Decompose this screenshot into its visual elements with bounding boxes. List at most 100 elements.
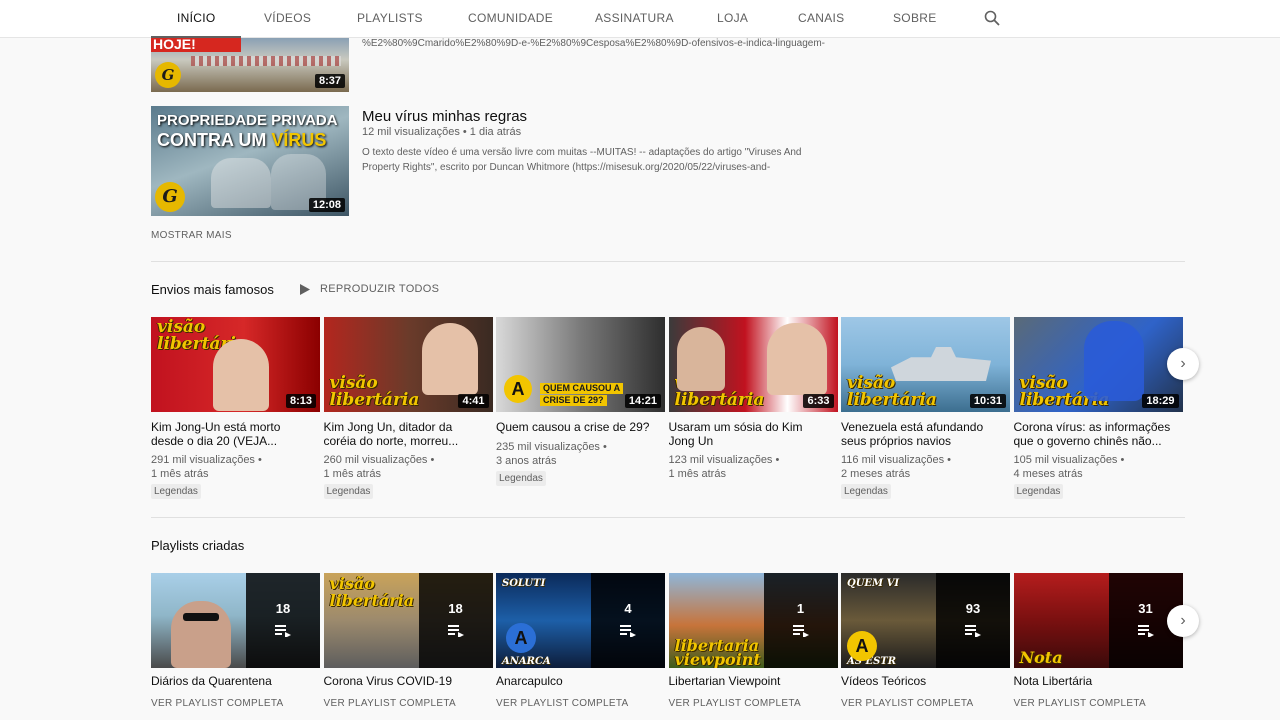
view-full-playlist-link[interactable]: VER PLAYLIST COMPLETA <box>669 698 801 709</box>
playlist-title[interactable]: Anarcapulco <box>496 674 661 688</box>
anarchy-logo-icon: A <box>847 631 877 661</box>
thumbnail-brand-bottom: libertária <box>674 390 765 410</box>
playlist-video-count: 93 <box>965 601 981 616</box>
view-full-playlist-link[interactable]: VER PLAYLIST COMPLETA <box>151 698 283 709</box>
show-more-button[interactable]: MOSTRAR MAIS <box>151 230 232 241</box>
tab-assinatura[interactable]: ASSINATURA <box>595 0 674 38</box>
thumbnail-brand-top: visão <box>329 574 375 593</box>
anarchy-logo-icon: A <box>504 375 532 403</box>
tab-loja[interactable]: LOJA <box>717 0 748 38</box>
video-thumbnail[interactable]: visão libertária 18:29 <box>1013 317 1183 412</box>
video-title-line: seus próprios navios <box>841 434 952 448</box>
video-age: 1 mês atrás <box>668 468 726 480</box>
video-title[interactable]: Meu vírus minhas regras <box>362 108 527 126</box>
view-full-playlist-link[interactable]: VER PLAYLIST COMPLETA <box>496 698 628 709</box>
playlist-title[interactable]: Diários da Quarentena <box>151 674 316 688</box>
video-title[interactable]: Quem causou a crise de 29? <box>496 420 661 434</box>
tab-videos[interactable]: VÍDEOS <box>264 0 311 38</box>
captions-badge: Legendas <box>151 484 201 499</box>
search-icon[interactable] <box>984 10 1000 26</box>
playlist-title[interactable]: Libertarian Viewpoint <box>669 674 834 688</box>
playlist-count-overlay: 93 <box>936 573 1010 668</box>
shelf-next-arrow-icon[interactable]: › <box>1167 348 1199 380</box>
tab-comunidade[interactable]: COMUNIDADE <box>468 0 553 38</box>
video-title-line: Usaram um sósia do Kim <box>668 420 803 434</box>
tab-inicio[interactable]: INÍCIO <box>151 0 242 38</box>
playlist-icon <box>447 625 464 637</box>
thumbnail-title-2: CONTRA UM VÍRUS <box>157 130 326 151</box>
playlist-icon <box>620 625 636 637</box>
video-views: 116 mil visualizações • <box>841 454 952 466</box>
thumbnail-ship <box>891 347 991 381</box>
section-divider <box>151 517 1185 518</box>
captions-badge: Legendas <box>1013 484 1064 499</box>
tab-canais[interactable]: CANAIS <box>798 0 844 38</box>
video-meta: 12 mil visualizações • 1 dia atrás <box>362 126 522 138</box>
video-title[interactable]: Venezuela está afundando seus próprios n… <box>841 420 1006 448</box>
video-title-line: coréia do norte, morreu... <box>323 434 459 448</box>
video-duration: 10:31 <box>969 394 1006 408</box>
playlist-thumbnail[interactable]: Nota 31 <box>1013 573 1183 668</box>
thumbnail-person <box>766 323 827 395</box>
video-thumbnail[interactable]: PROPRIEDADE PRIVADA CONTRA UM VÍRUS G 12… <box>151 106 349 216</box>
playlist-thumbnail[interactable]: QUEM VI AS ESTR A 93 <box>841 573 1010 668</box>
video-thumbnail[interactable]: visão libertária 10:31 <box>841 317 1010 412</box>
video-duration: 12:08 <box>308 198 345 212</box>
captions-badge: Legendas <box>496 471 546 486</box>
playlist-title[interactable]: Vídeos Teóricos <box>841 674 1006 688</box>
playlist-thumbnail[interactable]: visão libertária 18 <box>323 573 493 668</box>
video-thumbnail[interactable]: HOJE! G 8:37 <box>151 38 349 92</box>
thumbnail-title-2a: CONTRA UM <box>157 130 272 150</box>
play-all-button[interactable]: REPRODUZIR TODOS <box>320 283 439 295</box>
video-views: 260 mil visualizações • <box>323 454 435 466</box>
video-thumbnail[interactable]: visão libertária 8:13 <box>151 317 320 412</box>
thumbnail-brand-bottom: libertária <box>329 591 415 610</box>
play-icon[interactable] <box>300 284 310 295</box>
view-full-playlist-link[interactable]: VER PLAYLIST COMPLETA <box>1014 698 1146 709</box>
video-title[interactable]: Kim Jong Un, ditador da coréia do norte,… <box>324 420 489 448</box>
video-duration: 8:37 <box>314 74 345 88</box>
tab-playlists[interactable]: PLAYLISTS <box>357 0 423 38</box>
playlist-thumbnail[interactable]: libertaria viewpoint 1 <box>668 573 838 668</box>
thumbnail-brand-bottom: ANARCA <box>502 656 551 667</box>
video-duration: 14:21 <box>624 394 661 408</box>
tab-sobre[interactable]: SOBRE <box>893 0 937 38</box>
view-full-playlist-link[interactable]: VER PLAYLIST COMPLETA <box>841 698 973 709</box>
thumbnail-brand-top: QUEM VI <box>847 578 900 589</box>
video-thumbnail[interactable]: QUEM CAUSOU A CRISE DE 29? A 14:21 <box>496 317 665 412</box>
playlist-icon <box>965 625 981 637</box>
captions-badge: Legendas <box>841 484 891 499</box>
playlist-thumbnail[interactable]: SOLUTI ANARCA A 4 <box>496 573 665 668</box>
video-age: 1 mês atrás <box>323 468 381 480</box>
video-age: 2 meses atrás <box>841 468 911 480</box>
playlist-video-count: 1 <box>796 601 805 616</box>
shelf-next-arrow-icon[interactable]: › <box>1167 605 1199 637</box>
video-title-line: que o governo chinês não... <box>1013 434 1162 448</box>
video-title[interactable]: Usaram um sósia do Kim Jong Un <box>669 420 834 448</box>
video-title[interactable]: Kim Jong-Un está morto desde o dia 20 (V… <box>151 420 316 448</box>
thumbnail-brand-bottom: viewpoint <box>674 650 761 668</box>
video-description-line: Property Rights", escrito por Duncan Whi… <box>362 162 771 173</box>
thumbnail-person <box>171 601 231 668</box>
video-title-line: Corona vírus: as informações <box>1013 420 1171 434</box>
section-title-popular: Envios mais famosos <box>151 282 274 297</box>
thumbnail-person <box>1083 321 1144 401</box>
video-title-line: Kim Jong Un, ditador da <box>323 420 453 434</box>
video-title-line: Quem causou a crise de 29? <box>496 420 650 434</box>
playlist-thumbnail[interactable]: 18 <box>151 573 320 668</box>
playlist-title[interactable]: Corona Virus COVID-19 <box>324 674 489 688</box>
video-thumbnail[interactable]: visão libertária 4:41 <box>323 317 493 412</box>
video-title[interactable]: Corona vírus: as informações que o gover… <box>1014 420 1179 448</box>
video-views: 123 mil visualizações • <box>668 454 780 466</box>
thumbnail-person <box>676 327 725 391</box>
video-duration: 4:41 <box>458 394 489 408</box>
video-description-line: %E2%80%9Cmarido%E2%80%9D-e-%E2%80%9Cespo… <box>362 38 826 49</box>
video-views: 291 mil visualizações • <box>151 454 262 466</box>
thumbnail-person <box>421 323 478 395</box>
view-full-playlist-link[interactable]: VER PLAYLIST COMPLETA <box>324 698 456 709</box>
video-title-line: desde o dia 20 (VEJA... <box>151 434 278 448</box>
video-thumbnail[interactable]: visão libertária 6:33 <box>668 317 838 412</box>
anarchy-logo-icon: A <box>506 623 536 653</box>
playlist-title[interactable]: Nota Libertária <box>1014 674 1179 688</box>
video-age: 3 anos atrás <box>496 455 557 467</box>
